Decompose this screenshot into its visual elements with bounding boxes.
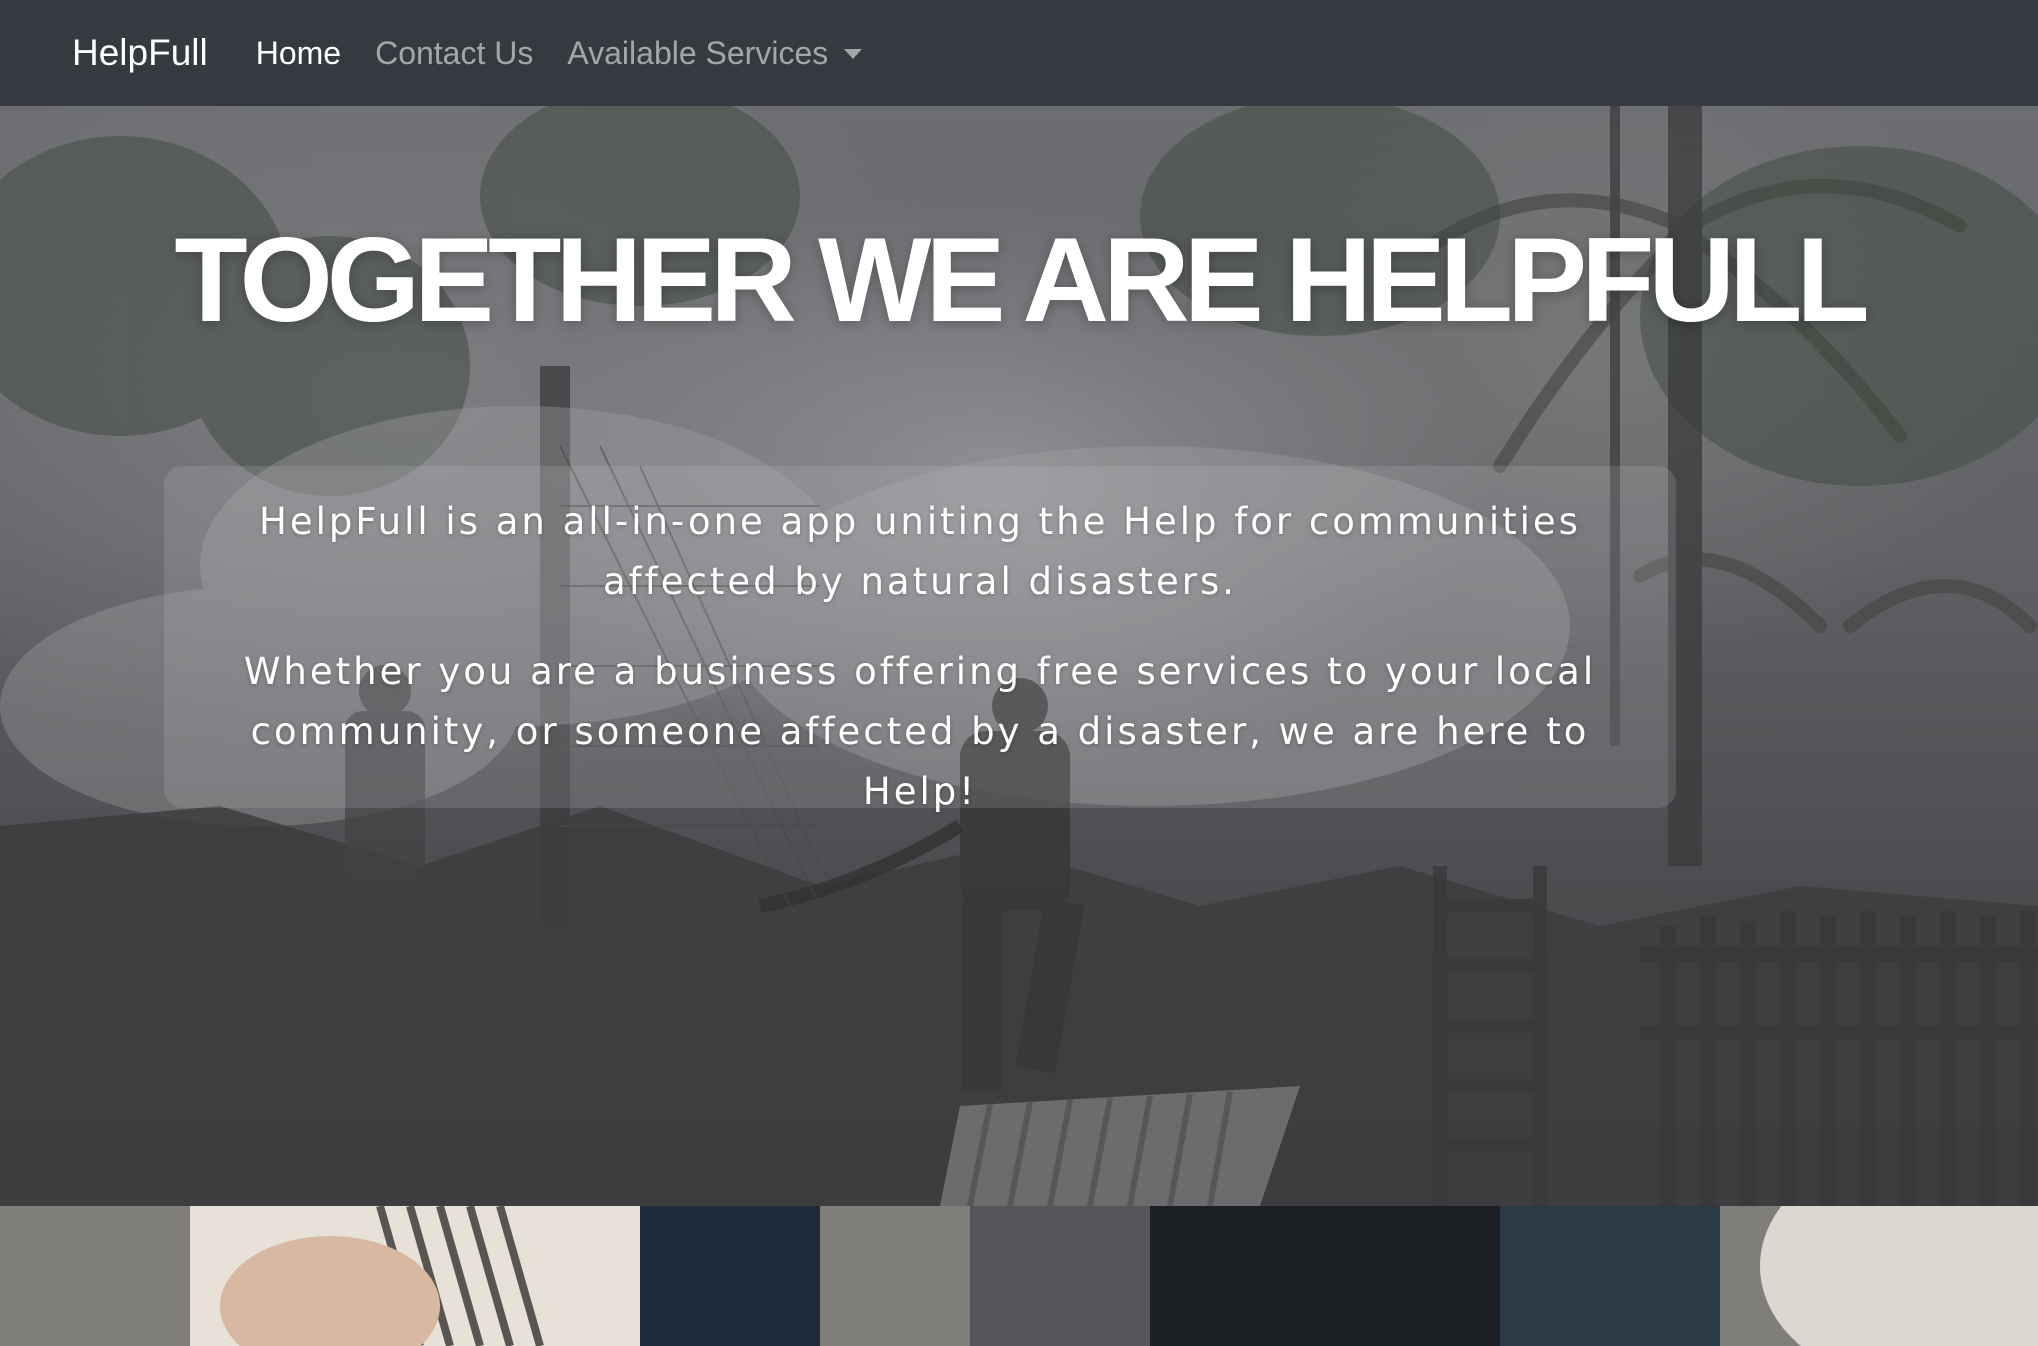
next-section-photo [0, 1206, 2038, 1346]
caret-down-icon [844, 49, 863, 59]
nav-link-home[interactable]: Home [256, 35, 341, 72]
top-navbar: HelpFull Home Contact Us Available Servi… [0, 0, 2038, 106]
hero-description-paragraph-1: HelpFull is an all-in-one app uniting th… [259, 500, 1581, 603]
hero-description-paragraph-2: Whether you are a business offering free… [243, 650, 1597, 813]
nav-dropdown-available-services-label: Available Services [567, 34, 829, 71]
hero-section: TOGETHER WE ARE HELPFULL HelpFull is an … [0, 106, 2038, 1206]
nav-dropdown-available-services[interactable]: Available Services [567, 34, 863, 72]
nav-link-contact-us-label: Contact Us [375, 34, 534, 71]
brand-logo-link[interactable]: HelpFull [72, 32, 208, 74]
nav-link-home-label: Home [255, 34, 342, 71]
next-section-image [0, 1206, 2038, 1346]
nav-link-contact-us[interactable]: Contact Us [375, 35, 533, 72]
hero-title: TOGETHER WE ARE HELPFULL [174, 213, 1869, 347]
hero-description-card: HelpFull is an all-in-one app uniting th… [164, 466, 1676, 813]
